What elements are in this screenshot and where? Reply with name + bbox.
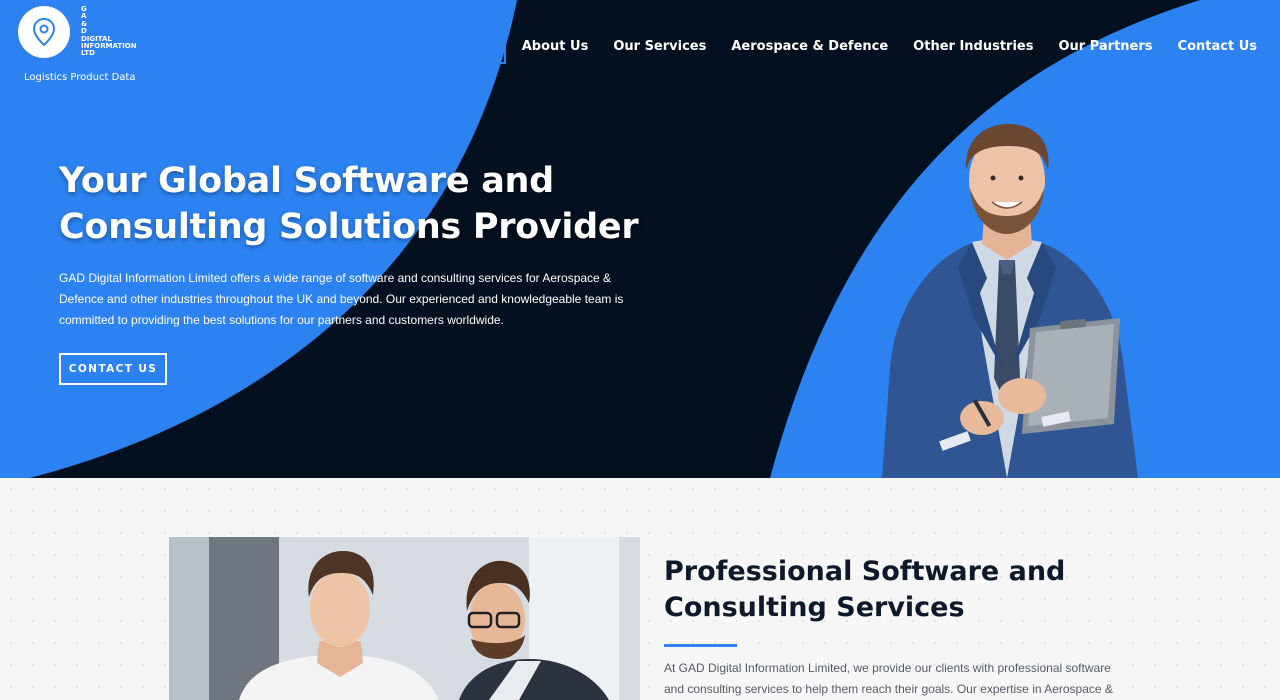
nav-about-us[interactable]: About Us	[513, 29, 598, 64]
hero-title: Your Global Software and Consulting Solu…	[59, 158, 679, 250]
nav-our-partners[interactable]: Our Partners	[1049, 29, 1161, 64]
section-title-line: Consulting Services	[664, 592, 965, 623]
businessman-image	[882, 124, 1138, 478]
nav-contact-us[interactable]: Contact Us	[1169, 29, 1266, 64]
logo-line: G	[81, 5, 87, 13]
section-title-line: Professional Software and	[664, 556, 1066, 587]
main-nav: Home About Us Our Services Aerospace & D…	[439, 29, 1266, 64]
nav-our-services[interactable]: Our Services	[604, 29, 715, 64]
logo-badge	[18, 6, 70, 58]
section-title: Professional Software and Consulting Ser…	[664, 554, 1184, 626]
nav-aerospace-defence[interactable]: Aerospace & Defence	[722, 29, 897, 64]
nav-home[interactable]: Home	[445, 29, 506, 64]
logo-line: LTD	[81, 49, 95, 58]
section-divider	[664, 644, 737, 647]
section-text: At GAD Digital Information Limited, we p…	[664, 661, 1113, 696]
team-meeting-illustration	[169, 537, 640, 700]
hero-title-line: Consulting Solutions Provider	[59, 207, 639, 247]
location-pin-icon	[32, 17, 56, 47]
hero-title-line: Your Global Software and	[59, 161, 554, 201]
team-meeting-image	[169, 537, 640, 700]
services-intro-section: Professional Software and Consulting Ser…	[0, 478, 1280, 700]
hero-description: GAD Digital Information Limited offers a…	[59, 271, 624, 327]
site-logo[interactable]: G A & D DIGITAL INFORMATION LTD Logistic…	[18, 5, 148, 86]
logo-wordmark: G A & D DIGITAL INFORMATION LTD	[81, 5, 161, 58]
hero-section: G A & D DIGITAL INFORMATION LTD Logistic…	[0, 0, 1280, 478]
logo-tagline: Logistics Product Data	[24, 72, 136, 83]
logo-line: A	[81, 12, 87, 21]
logo-line: &	[81, 19, 88, 28]
nav-other-industries[interactable]: Other Industries	[904, 29, 1042, 64]
contact-us-button[interactable]: CONTACT US	[59, 353, 167, 385]
